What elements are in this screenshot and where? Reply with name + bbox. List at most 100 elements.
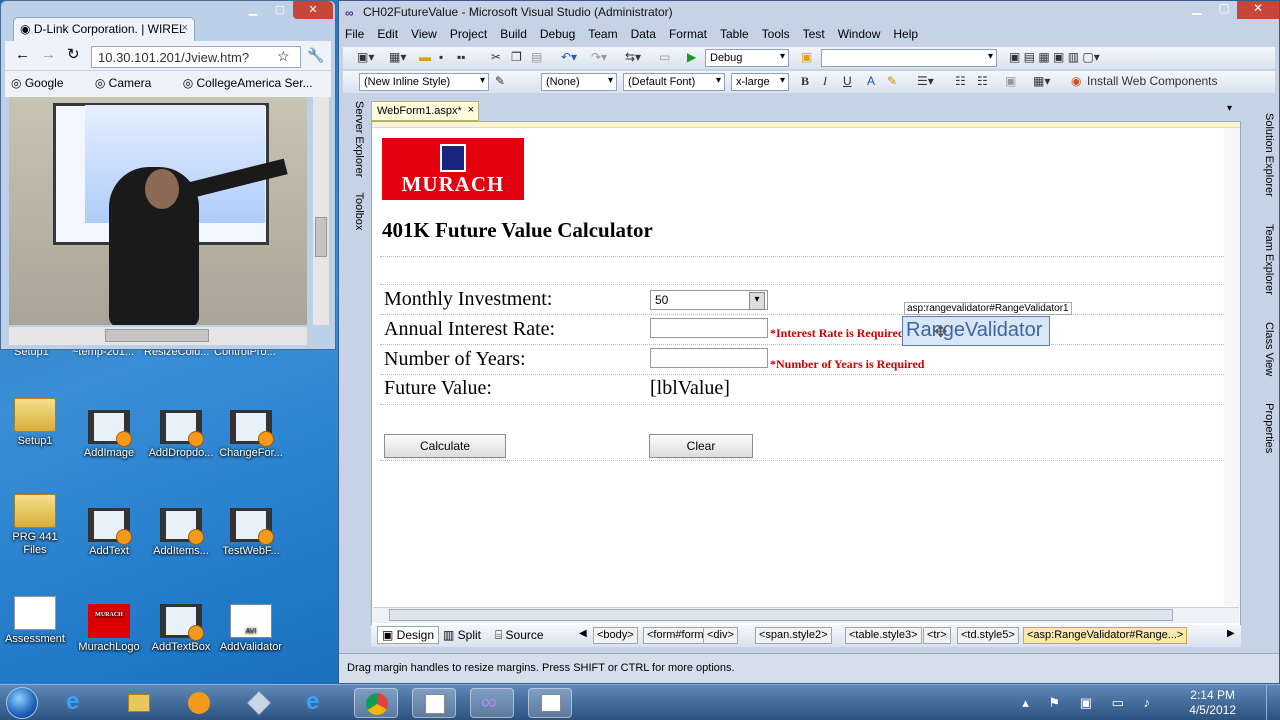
server-explorer-tab[interactable]: Server Explorer <box>353 101 365 177</box>
menu-format[interactable]: Format <box>669 27 707 41</box>
toolbox-tab[interactable]: Toolbox <box>353 192 365 230</box>
internet-explorer-taskbar-icon[interactable]: e <box>54 688 98 718</box>
bookmark-google[interactable]: ◎ Google <box>11 76 78 90</box>
bookmark-camera[interactable]: ◎ Camera <box>95 76 166 90</box>
interest-rate-textbox[interactable] <box>650 318 768 338</box>
navigate-icon[interactable]: ⇆▾ <box>625 50 641 64</box>
bold-button[interactable]: B <box>801 74 809 89</box>
wrench-icon[interactable]: 🔧 <box>307 47 324 64</box>
menu-data[interactable]: Data <box>631 27 656 41</box>
font-color-icon[interactable]: A <box>867 74 875 88</box>
desktop-icon[interactable]: AddText <box>74 508 144 558</box>
desktop-icon[interactable]: Setup1 <box>0 398 70 448</box>
browser-vertical-scrollbar[interactable] <box>313 97 329 325</box>
vs-minimize-icon[interactable]: ▁ <box>1183 1 1211 19</box>
menu-build[interactable]: Build <box>500 27 527 41</box>
close-document-icon[interactable]: × <box>468 104 474 116</box>
underline-button[interactable]: U <box>843 74 852 88</box>
insert-table-icon[interactable]: ▦▾ <box>1033 74 1050 88</box>
italic-button[interactable]: I <box>823 74 827 89</box>
margin-ruler[interactable] <box>372 122 1240 128</box>
undo-icon[interactable]: ↶▾ <box>561 50 577 64</box>
menu-test[interactable]: Test <box>803 27 825 41</box>
bookmark-collegeamerica[interactable]: ◎ CollegeAmerica Ser... <box>183 76 327 90</box>
design-surface[interactable]: MURACH 401K Future Value Calculator Mont… <box>371 121 1241 627</box>
style-application-icon[interactable]: ✎ <box>495 74 505 88</box>
clock[interactable]: 2:14 PM 4/5/2012 <box>1189 688 1236 718</box>
save-all-icon[interactable]: ▪▪ <box>457 50 466 64</box>
star-icon[interactable]: ☆ <box>277 48 290 65</box>
menu-file[interactable]: File <box>345 27 364 41</box>
desktop-icon[interactable]: AVI AddValidator <box>216 604 286 654</box>
vs-close-icon[interactable]: ✕ <box>1237 1 1279 19</box>
future-value-output-label[interactable]: [lblValue] <box>650 377 730 400</box>
visual-studio-taskbar-icon[interactable]: ∞ <box>470 688 514 718</box>
align-icon[interactable]: ☰▾ <box>917 74 934 88</box>
numbered-list-icon[interactable]: ☷ <box>955 74 966 88</box>
media-player-taskbar-icon[interactable] <box>176 688 220 718</box>
breadcrumb-right-arrow-icon[interactable]: ▶ <box>1227 628 1235 639</box>
design-horizontal-scrollbar[interactable] <box>373 607 1239 623</box>
save-icon[interactable]: ▪ <box>439 50 443 64</box>
windows-start-button[interactable] <box>6 687 38 719</box>
chrome-taskbar-icon[interactable] <box>354 688 398 718</box>
document-taskbar-icon[interactable] <box>412 688 456 718</box>
years-textbox[interactable] <box>650 348 768 368</box>
split-view-tab[interactable]: ▥ Split <box>443 628 481 642</box>
source-view-tab[interactable]: ⌸ Source <box>495 628 544 643</box>
menu-table[interactable]: Table <box>720 27 749 41</box>
highlight-icon[interactable]: ✎ <box>887 74 897 88</box>
find-in-files-icon[interactable]: ▣ <box>801 50 812 64</box>
minimize-icon[interactable]: ▁ <box>239 1 267 19</box>
menu-help[interactable]: Help <box>893 27 918 41</box>
breadcrumb-tag[interactable]: <td.style5> <box>957 627 1019 644</box>
bullet-list-icon[interactable]: ☷ <box>977 74 988 88</box>
years-required-validator[interactable]: *Number of Years is Required <box>770 357 924 372</box>
desktop-icon[interactable]: AddItems... <box>146 508 216 558</box>
class-view-tab[interactable]: Class View <box>1263 322 1275 376</box>
clear-button[interactable]: Clear <box>649 434 753 458</box>
find-icon[interactable]: ▭ <box>659 50 670 64</box>
desktop-icon[interactable]: TestWebF... <box>216 508 286 558</box>
copy-icon[interactable]: ❐ <box>511 50 522 64</box>
tab-overflow-icon[interactable]: ▾ <box>1227 103 1232 114</box>
menu-view[interactable]: View <box>411 27 437 41</box>
indent-icon[interactable]: ▣ <box>1005 74 1016 88</box>
browser-horizontal-scrollbar[interactable] <box>9 327 307 345</box>
cut-icon[interactable]: ✂ <box>491 50 501 64</box>
interest-rate-required-validator[interactable]: *Interest Rate is Required <box>770 326 905 341</box>
menu-window[interactable]: Window <box>838 27 881 41</box>
solution-explorer-tab[interactable]: Solution Explorer <box>1263 113 1275 197</box>
show-desktop-button[interactable] <box>1266 685 1280 720</box>
desktop-icon[interactable]: PRG 441 Files <box>0 494 70 557</box>
menu-team[interactable]: Team <box>588 27 617 41</box>
breadcrumb-left-arrow-icon[interactable]: ◀ <box>579 628 587 639</box>
style-dropdown[interactable]: (New Inline Style) <box>359 73 489 91</box>
address-bar[interactable]: 10.30.101.201/Jview.htm? <box>91 46 301 68</box>
murach-logo[interactable]: MURACH <box>382 138 524 200</box>
close-tab-icon[interactable]: × <box>182 22 188 34</box>
desktop-icon[interactable]: AddTextBox <box>146 604 216 654</box>
menu-project[interactable]: Project <box>450 27 487 41</box>
menu-edit[interactable]: Edit <box>377 27 398 41</box>
toolbar-icon-group[interactable]: ▣ ▤ ▦ ▣ ▥ ▢▾ <box>1009 50 1100 64</box>
monthly-investment-dropdown[interactable]: 50 <box>650 290 768 310</box>
system-tray[interactable]: ▴ ⚑ ▣ ▭ ♪ <box>1022 695 1158 711</box>
explorer-taskbar-icon[interactable] <box>116 688 160 718</box>
redo-icon[interactable]: ↷▾ <box>591 50 607 64</box>
app-taskbar-icon[interactable] <box>236 688 280 718</box>
target-rule-dropdown[interactable]: (None) <box>541 73 617 91</box>
desktop-icon[interactable]: AddImage <box>74 410 144 460</box>
new-project-icon[interactable]: ▣▾ <box>357 50 374 64</box>
design-vertical-scrollbar[interactable] <box>1224 128 1240 606</box>
internet-explorer-2-taskbar-icon[interactable]: e <box>294 688 338 718</box>
design-view-tab[interactable]: ▣ Design <box>377 626 440 644</box>
add-item-icon[interactable]: ▦▾ <box>389 50 406 64</box>
font-dropdown[interactable]: (Default Font) <box>623 73 725 91</box>
breadcrumb-tag[interactable]: <table.style3> <box>845 627 922 644</box>
find-combo[interactable] <box>821 49 997 67</box>
calculate-button[interactable]: Calculate <box>384 434 506 458</box>
desktop-icon[interactable]: MURACH MurachLogo <box>74 604 144 654</box>
properties-tab[interactable]: Properties <box>1263 403 1275 453</box>
install-web-components-button[interactable]: Install Web Components <box>1087 74 1218 88</box>
